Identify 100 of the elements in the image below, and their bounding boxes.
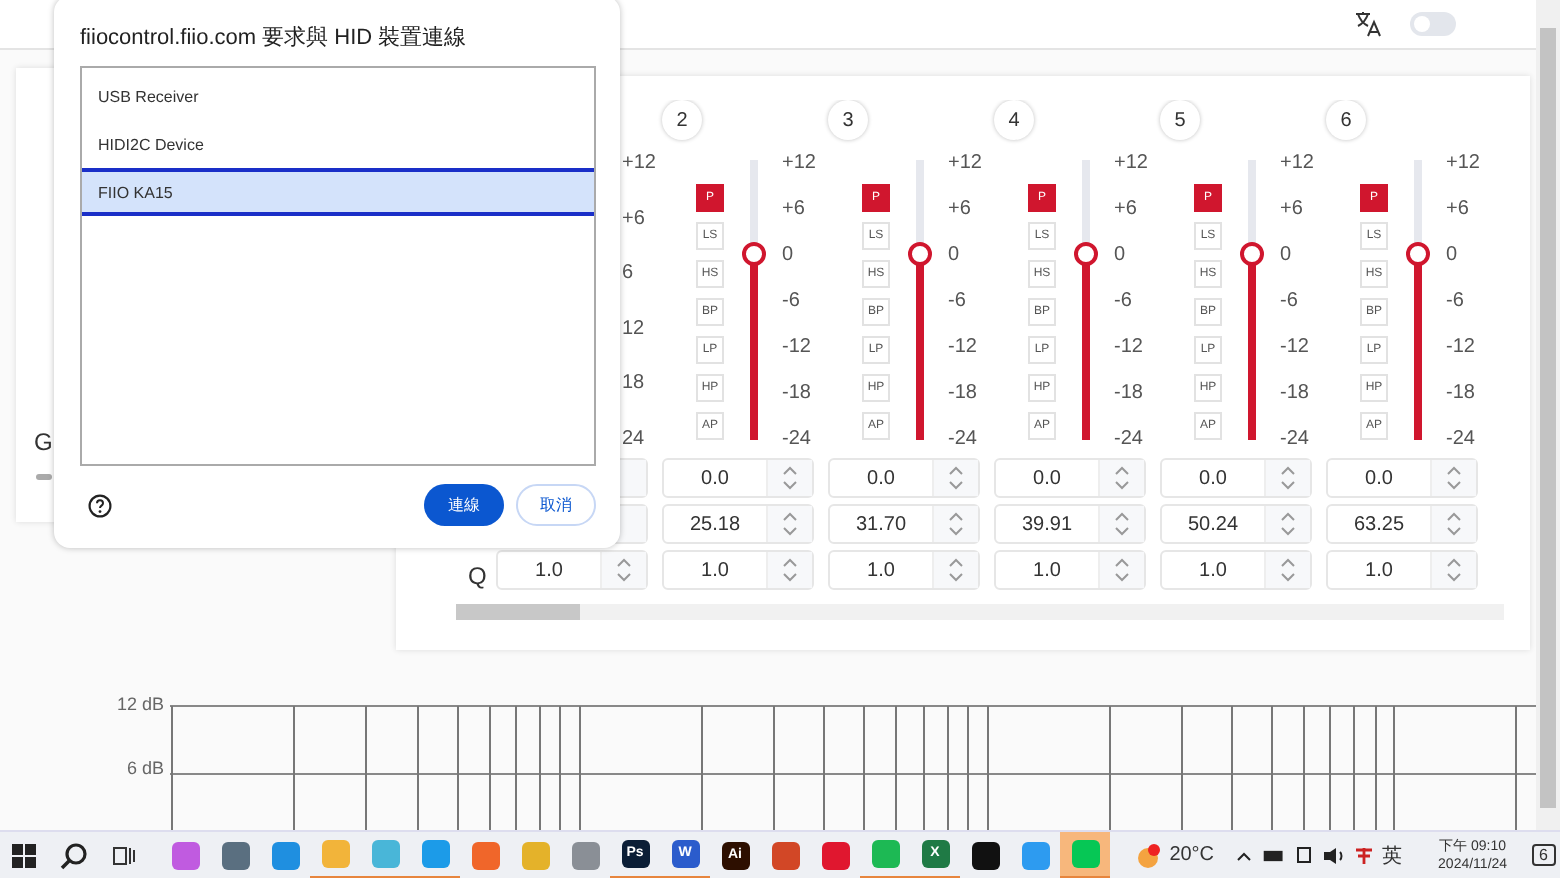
axis-label: 6 dB <box>126 758 164 778</box>
slider-track[interactable] <box>36 474 52 480</box>
gain-field[interactable]: 0.0 <box>1160 458 1312 498</box>
weather-icon <box>1133 841 1162 869</box>
scale-label: -12 <box>782 336 813 360</box>
scale-label: -12 <box>1280 336 1311 360</box>
spinner-icon[interactable] <box>1114 464 1130 492</box>
translate-icon[interactable] <box>1354 10 1382 38</box>
scale-label: 24 <box>622 427 647 452</box>
cancel-button[interactable]: 取消 <box>516 484 596 526</box>
spinner-icon[interactable] <box>1280 464 1296 492</box>
scale-label: +12 <box>1280 152 1314 176</box>
scale-label: +6 <box>948 198 973 222</box>
spinner-icon[interactable] <box>1446 556 1462 584</box>
spinner-icon[interactable] <box>1446 510 1462 538</box>
band-number: 3 <box>828 100 868 140</box>
vertical-scrollbar[interactable] <box>1536 0 1560 830</box>
scale-label: -18 <box>948 382 979 406</box>
q-field[interactable]: 1.0 <box>662 550 814 590</box>
scale-label: 6 <box>622 262 636 287</box>
scale-label: -12 <box>1114 336 1145 360</box>
device-item[interactable]: USB Receiver <box>82 72 594 120</box>
spinner-icon[interactable] <box>782 464 798 492</box>
scale-label: -6 <box>1280 290 1300 314</box>
scale-label: -12 <box>1446 336 1477 360</box>
search-icon[interactable] <box>60 841 88 869</box>
speaker-icon[interactable] <box>1322 845 1347 865</box>
scale-label: -24 <box>1114 428 1145 452</box>
spinner-icon[interactable] <box>948 556 964 584</box>
gain-field[interactable]: 0.0 <box>1326 458 1478 498</box>
scale-label: +6 <box>1446 198 1471 222</box>
q-field[interactable]: 1.0 <box>994 550 1146 590</box>
scale-label: 0 <box>1446 244 1460 268</box>
number-field[interactable]: 1.0 <box>496 550 648 590</box>
gain-field[interactable]: 0.0 <box>828 458 980 498</box>
row-label: Q <box>466 560 489 594</box>
scale-label: -6 <box>1446 290 1466 314</box>
scale-label: -24 <box>948 428 979 452</box>
scale-label: -24 <box>1446 428 1477 452</box>
scale-label: -18 <box>1280 382 1311 406</box>
spinner-icon[interactable] <box>1114 556 1130 584</box>
help-icon[interactable] <box>88 493 112 517</box>
device-item[interactable]: HIDI2C Device <box>82 120 594 168</box>
spinner-icon[interactable] <box>782 510 798 538</box>
scale-label: +12 <box>1446 152 1480 176</box>
band-number: 4 <box>994 100 1034 140</box>
scale-label: -6 <box>1114 290 1134 314</box>
scale-label: 0 <box>948 244 962 268</box>
q-field[interactable]: 1.0 <box>1326 550 1478 590</box>
q-field[interactable]: 1.0 <box>1160 550 1312 590</box>
scale-label: 18 <box>622 372 647 397</box>
scale-label: 0 <box>1280 244 1294 268</box>
dialog-title: fiiocontrol.fiio.com 要求與 HID 裝置連線 <box>80 24 469 52</box>
device-item[interactable]: FIIO KA15 <box>82 168 594 216</box>
scale-label: -24 <box>1280 428 1311 452</box>
scale-label: +6 <box>1280 198 1305 222</box>
band-number: 6 <box>1326 100 1366 140</box>
spinner-icon[interactable] <box>948 464 964 492</box>
temperature: 20°C <box>1169 844 1215 866</box>
scale-label: -6 <box>782 290 802 314</box>
scale-label: -18 <box>782 382 813 406</box>
battery-icon[interactable] <box>1262 845 1287 865</box>
gain-field[interactable]: 0.0 <box>994 458 1146 498</box>
spinner-icon[interactable] <box>1446 464 1462 492</box>
input-method[interactable]: 英 <box>1382 841 1403 869</box>
connect-button[interactable]: 連線 <box>424 484 504 526</box>
scale-label: +6 <box>622 207 647 232</box>
scale-label: -6 <box>948 290 968 314</box>
scale-label: +12 <box>782 152 816 176</box>
axis-label: 12 dB <box>116 694 164 714</box>
frequency-field[interactable]: 50.24 <box>1160 504 1312 544</box>
spinner-icon[interactable] <box>1114 510 1130 538</box>
gain-field[interactable]: 0.0 <box>662 458 814 498</box>
scale-label: +12 <box>948 152 982 176</box>
frequency-field[interactable]: 63.25 <box>1326 504 1478 544</box>
windows-icon[interactable] <box>12 843 36 867</box>
app-icon[interactable] <box>971 841 999 869</box>
scale-label: -24 <box>782 428 813 452</box>
scale-label: 0 <box>1114 244 1128 268</box>
notification-badge[interactable]: 6 <box>1531 844 1556 866</box>
horizontal-scrollbar[interactable] <box>456 604 1504 620</box>
spinner-icon[interactable] <box>1280 556 1296 584</box>
spinner-icon[interactable] <box>782 556 798 584</box>
spinner-icon[interactable] <box>1280 510 1296 538</box>
spinner-icon[interactable] <box>616 556 632 584</box>
spinner-icon[interactable] <box>948 510 964 538</box>
scale-label: -12 <box>948 336 979 360</box>
band-number: 5 <box>1160 100 1200 140</box>
band-number: 2 <box>662 100 702 140</box>
scale-label: -18 <box>1446 382 1477 406</box>
theme-toggle[interactable] <box>1410 12 1456 36</box>
scale-label: +12 <box>622 152 656 176</box>
task-view-icon[interactable] <box>112 843 136 867</box>
scale-label: 0 <box>782 244 796 268</box>
frequency-field[interactable]: 25.18 <box>662 504 814 544</box>
frequency-field[interactable]: 31.70 <box>828 504 980 544</box>
frequency-field[interactable]: 39.91 <box>994 504 1146 544</box>
scale-label: +6 <box>782 198 807 222</box>
scale-label: -18 <box>1114 382 1145 406</box>
q-field[interactable]: 1.0 <box>828 550 980 590</box>
